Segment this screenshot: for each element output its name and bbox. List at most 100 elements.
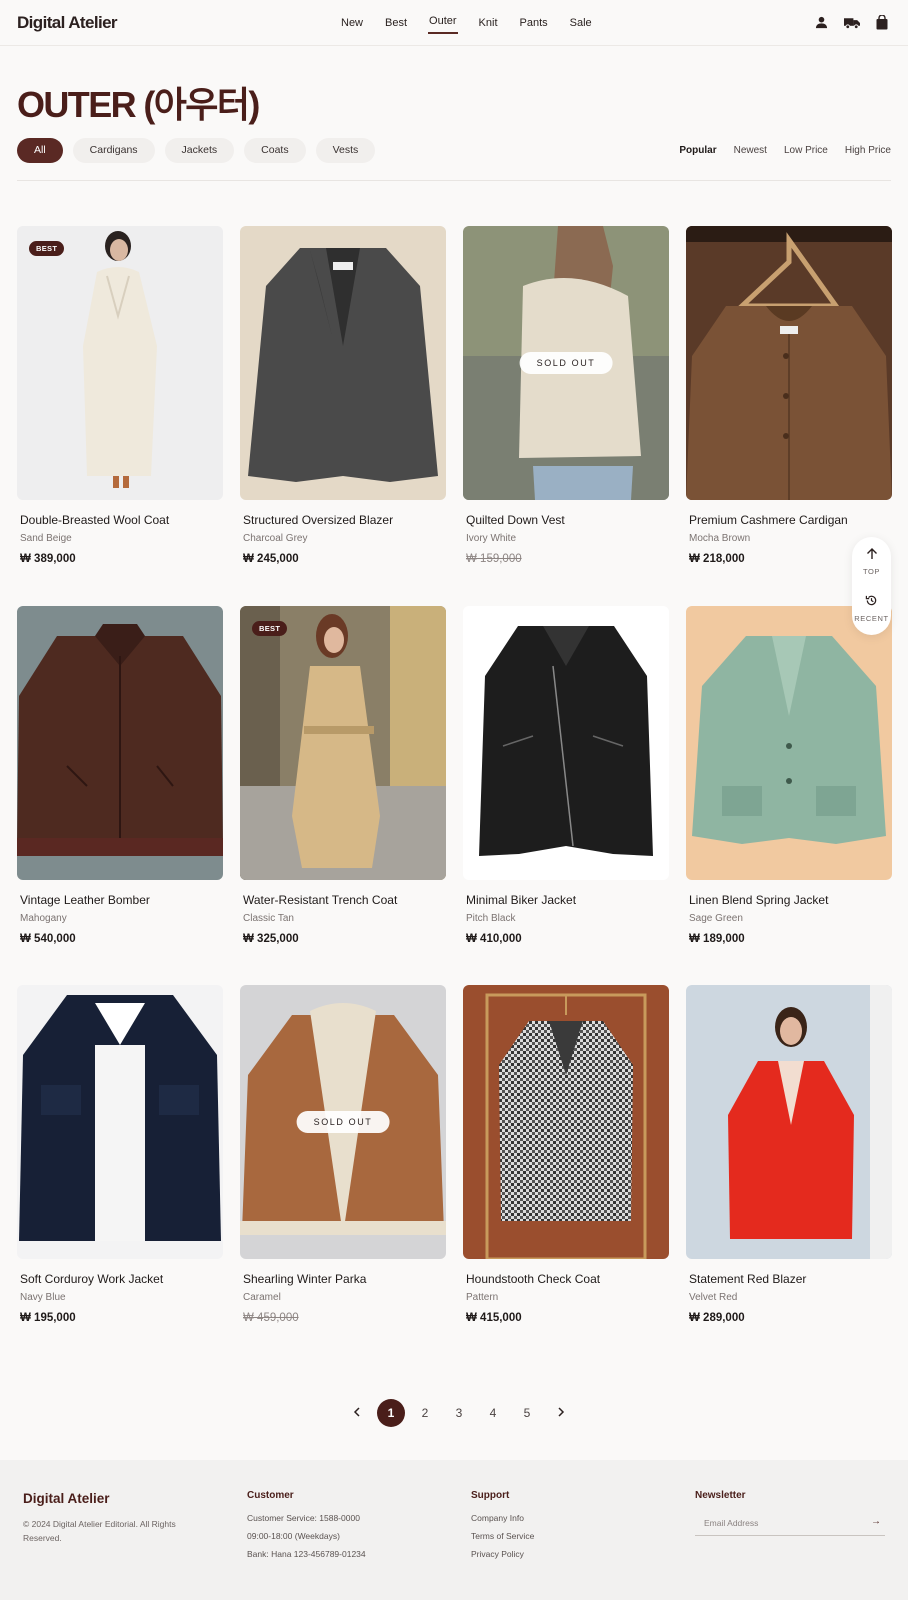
sort-low-price[interactable]: Low Price (784, 145, 828, 156)
page-3[interactable]: 3 (442, 1399, 476, 1427)
sold-out-badge: SOLD OUT (296, 1111, 390, 1133)
product-name[interactable]: Double-Breasted Wool Coat (20, 513, 223, 527)
truck-icon[interactable] (844, 16, 860, 34)
page-5[interactable]: 5 (510, 1399, 544, 1427)
filter-chip-coats[interactable]: Coats (244, 138, 306, 163)
filter-chip-cardigans[interactable]: Cardigans (72, 138, 155, 163)
site-footer: Digital Atelier © 2024 Digital Atelier E… (0, 1460, 908, 1600)
product-price: ₩ 195,000 (20, 1312, 76, 1324)
footer-brand-col: Digital Atelier © 2024 Digital Atelier E… (23, 1490, 213, 1545)
divider (17, 180, 891, 181)
product-card[interactable]: BEST Double-Breasted Wool Coat Sand Beig… (17, 226, 223, 565)
arrow-up-icon (866, 547, 878, 564)
product-color: Pattern (466, 1292, 499, 1303)
footer-customer-col: Customer Customer Service: 1588-0000 09:… (247, 1490, 366, 1559)
category-filters: All Cardigans Jackets Coats Vests (17, 138, 376, 163)
product-card[interactable]: Premium Cashmere Cardigan Mocha Brown ₩ … (686, 226, 892, 565)
product-color: Ivory White (466, 533, 517, 544)
product-name[interactable]: Minimal Biker Jacket (466, 893, 669, 907)
product-card[interactable]: Vintage Leather Bomber Mahogany ₩ 540,00… (17, 606, 223, 945)
product-card[interactable]: SOLD OUT Shearling Winter Parka Caramel … (240, 985, 446, 1324)
newsletter-heading: Newsletter (695, 1490, 746, 1501)
sort-high-price[interactable]: High Price (845, 145, 891, 156)
product-name[interactable]: Soft Corduroy Work Jacket (20, 1272, 223, 1286)
sort-options: Popular Newest Low Price High Price (679, 145, 891, 156)
product-name[interactable]: Vintage Leather Bomber (20, 893, 223, 907)
next-page-button[interactable] (544, 1399, 578, 1427)
sort-newest[interactable]: Newest (734, 145, 767, 156)
product-image[interactable]: SOLD OUT (240, 985, 446, 1259)
chevron-right-icon (557, 1406, 565, 1420)
product-image[interactable] (17, 985, 223, 1259)
nav-item-new[interactable]: New (341, 17, 363, 29)
product-card[interactable]: Statement Red Blazer Velvet Red ₩ 289,00… (686, 985, 892, 1324)
product-card[interactable]: Houndstooth Check Coat Pattern ₩ 415,000 (463, 985, 669, 1324)
copyright: © 2024 Digital Atelier Editorial. All Ri… (23, 1519, 176, 1543)
product-price: ₩ 289,000 (689, 1312, 745, 1324)
filter-chip-all[interactable]: All (17, 138, 63, 163)
sort-popular[interactable]: Popular (679, 145, 716, 156)
header-actions (815, 14, 888, 35)
product-color: Velvet Red (689, 1292, 738, 1303)
main-nav: New Best Outer Knit Pants Sale (341, 15, 614, 34)
product-price: ₩ 189,000 (689, 933, 745, 945)
product-image[interactable] (240, 226, 446, 500)
product-card[interactable]: Minimal Biker Jacket Pitch Black ₩ 410,0… (463, 606, 669, 945)
product-name[interactable]: Houndstooth Check Coat (466, 1272, 669, 1286)
product-price: ₩ 415,000 (466, 1312, 522, 1324)
product-name[interactable]: Statement Red Blazer (689, 1272, 892, 1286)
product-image[interactable] (463, 606, 669, 880)
nav-item-pants[interactable]: Pants (520, 17, 548, 29)
product-image[interactable]: BEST (17, 226, 223, 500)
company-info-link[interactable]: Company Info (471, 1513, 534, 1523)
product-card[interactable]: Structured Oversized Blazer Charcoal Gre… (240, 226, 446, 565)
arrow-right-icon[interactable]: → (871, 1516, 881, 1527)
shopping-bag-icon[interactable] (876, 14, 888, 35)
page-2[interactable]: 2 (408, 1399, 442, 1427)
product-card[interactable]: Soft Corduroy Work Jacket Navy Blue ₩ 19… (17, 985, 223, 1324)
recent-button[interactable]: RECENT (852, 594, 891, 623)
page-4[interactable]: 4 (476, 1399, 510, 1427)
scroll-top-button[interactable]: TOP (852, 547, 891, 576)
product-name[interactable]: Water-Resistant Trench Coat (243, 893, 446, 907)
chevron-left-icon (353, 1406, 361, 1420)
product-name[interactable]: Structured Oversized Blazer (243, 513, 446, 527)
product-name[interactable]: Shearling Winter Parka (243, 1272, 446, 1286)
product-color: Sand Beige (20, 533, 72, 544)
customer-service-line: Customer Service: 1588-0000 (247, 1513, 360, 1523)
nav-item-best[interactable]: Best (385, 17, 407, 29)
product-name[interactable]: Premium Cashmere Cardigan (689, 513, 892, 527)
logo[interactable]: Digital Atelier (17, 13, 118, 33)
nav-item-outer[interactable]: Outer (428, 15, 458, 34)
product-image[interactable]: SOLD OUT (463, 226, 669, 500)
product-name[interactable]: Quilted Down Vest (466, 513, 669, 527)
filter-chip-jackets[interactable]: Jackets (164, 138, 235, 163)
page-1[interactable]: 1 (374, 1399, 408, 1427)
product-image[interactable] (463, 985, 669, 1259)
prev-page-button[interactable] (340, 1399, 374, 1427)
product-color: Pitch Black (466, 913, 516, 924)
product-name[interactable]: Linen Blend Spring Jacket (689, 893, 892, 907)
product-price: ₩ 410,000 (466, 933, 522, 945)
product-image[interactable] (686, 226, 892, 500)
product-card[interactable]: BEST Water-Resistant Trench Coat Classic… (240, 606, 446, 945)
product-price: ₩ 245,000 (243, 553, 299, 565)
filter-chip-vests[interactable]: Vests (315, 138, 376, 163)
terms-link[interactable]: Terms of Service (471, 1531, 534, 1541)
nav-item-sale[interactable]: Sale (570, 17, 592, 29)
product-card[interactable]: Linen Blend Spring Jacket Sage Green ₩ 1… (686, 606, 892, 945)
product-card[interactable]: SOLD OUT Quilted Down Vest Ivory White ₩… (463, 226, 669, 565)
email-input[interactable] (704, 1512, 864, 1534)
footer-newsletter-col: Newsletter → (695, 1490, 885, 1536)
support-heading: Support (471, 1490, 510, 1501)
product-image[interactable] (17, 606, 223, 880)
product-image[interactable] (686, 606, 892, 880)
user-icon[interactable] (815, 16, 828, 34)
product-image[interactable]: BEST (240, 606, 446, 880)
product-color: Classic Tan (243, 913, 294, 924)
customer-heading: Customer (247, 1490, 294, 1501)
nav-item-knit[interactable]: Knit (479, 17, 498, 29)
product-color: Mahogany (20, 913, 67, 924)
product-image[interactable] (686, 985, 892, 1259)
privacy-link[interactable]: Privacy Policy (471, 1549, 534, 1559)
